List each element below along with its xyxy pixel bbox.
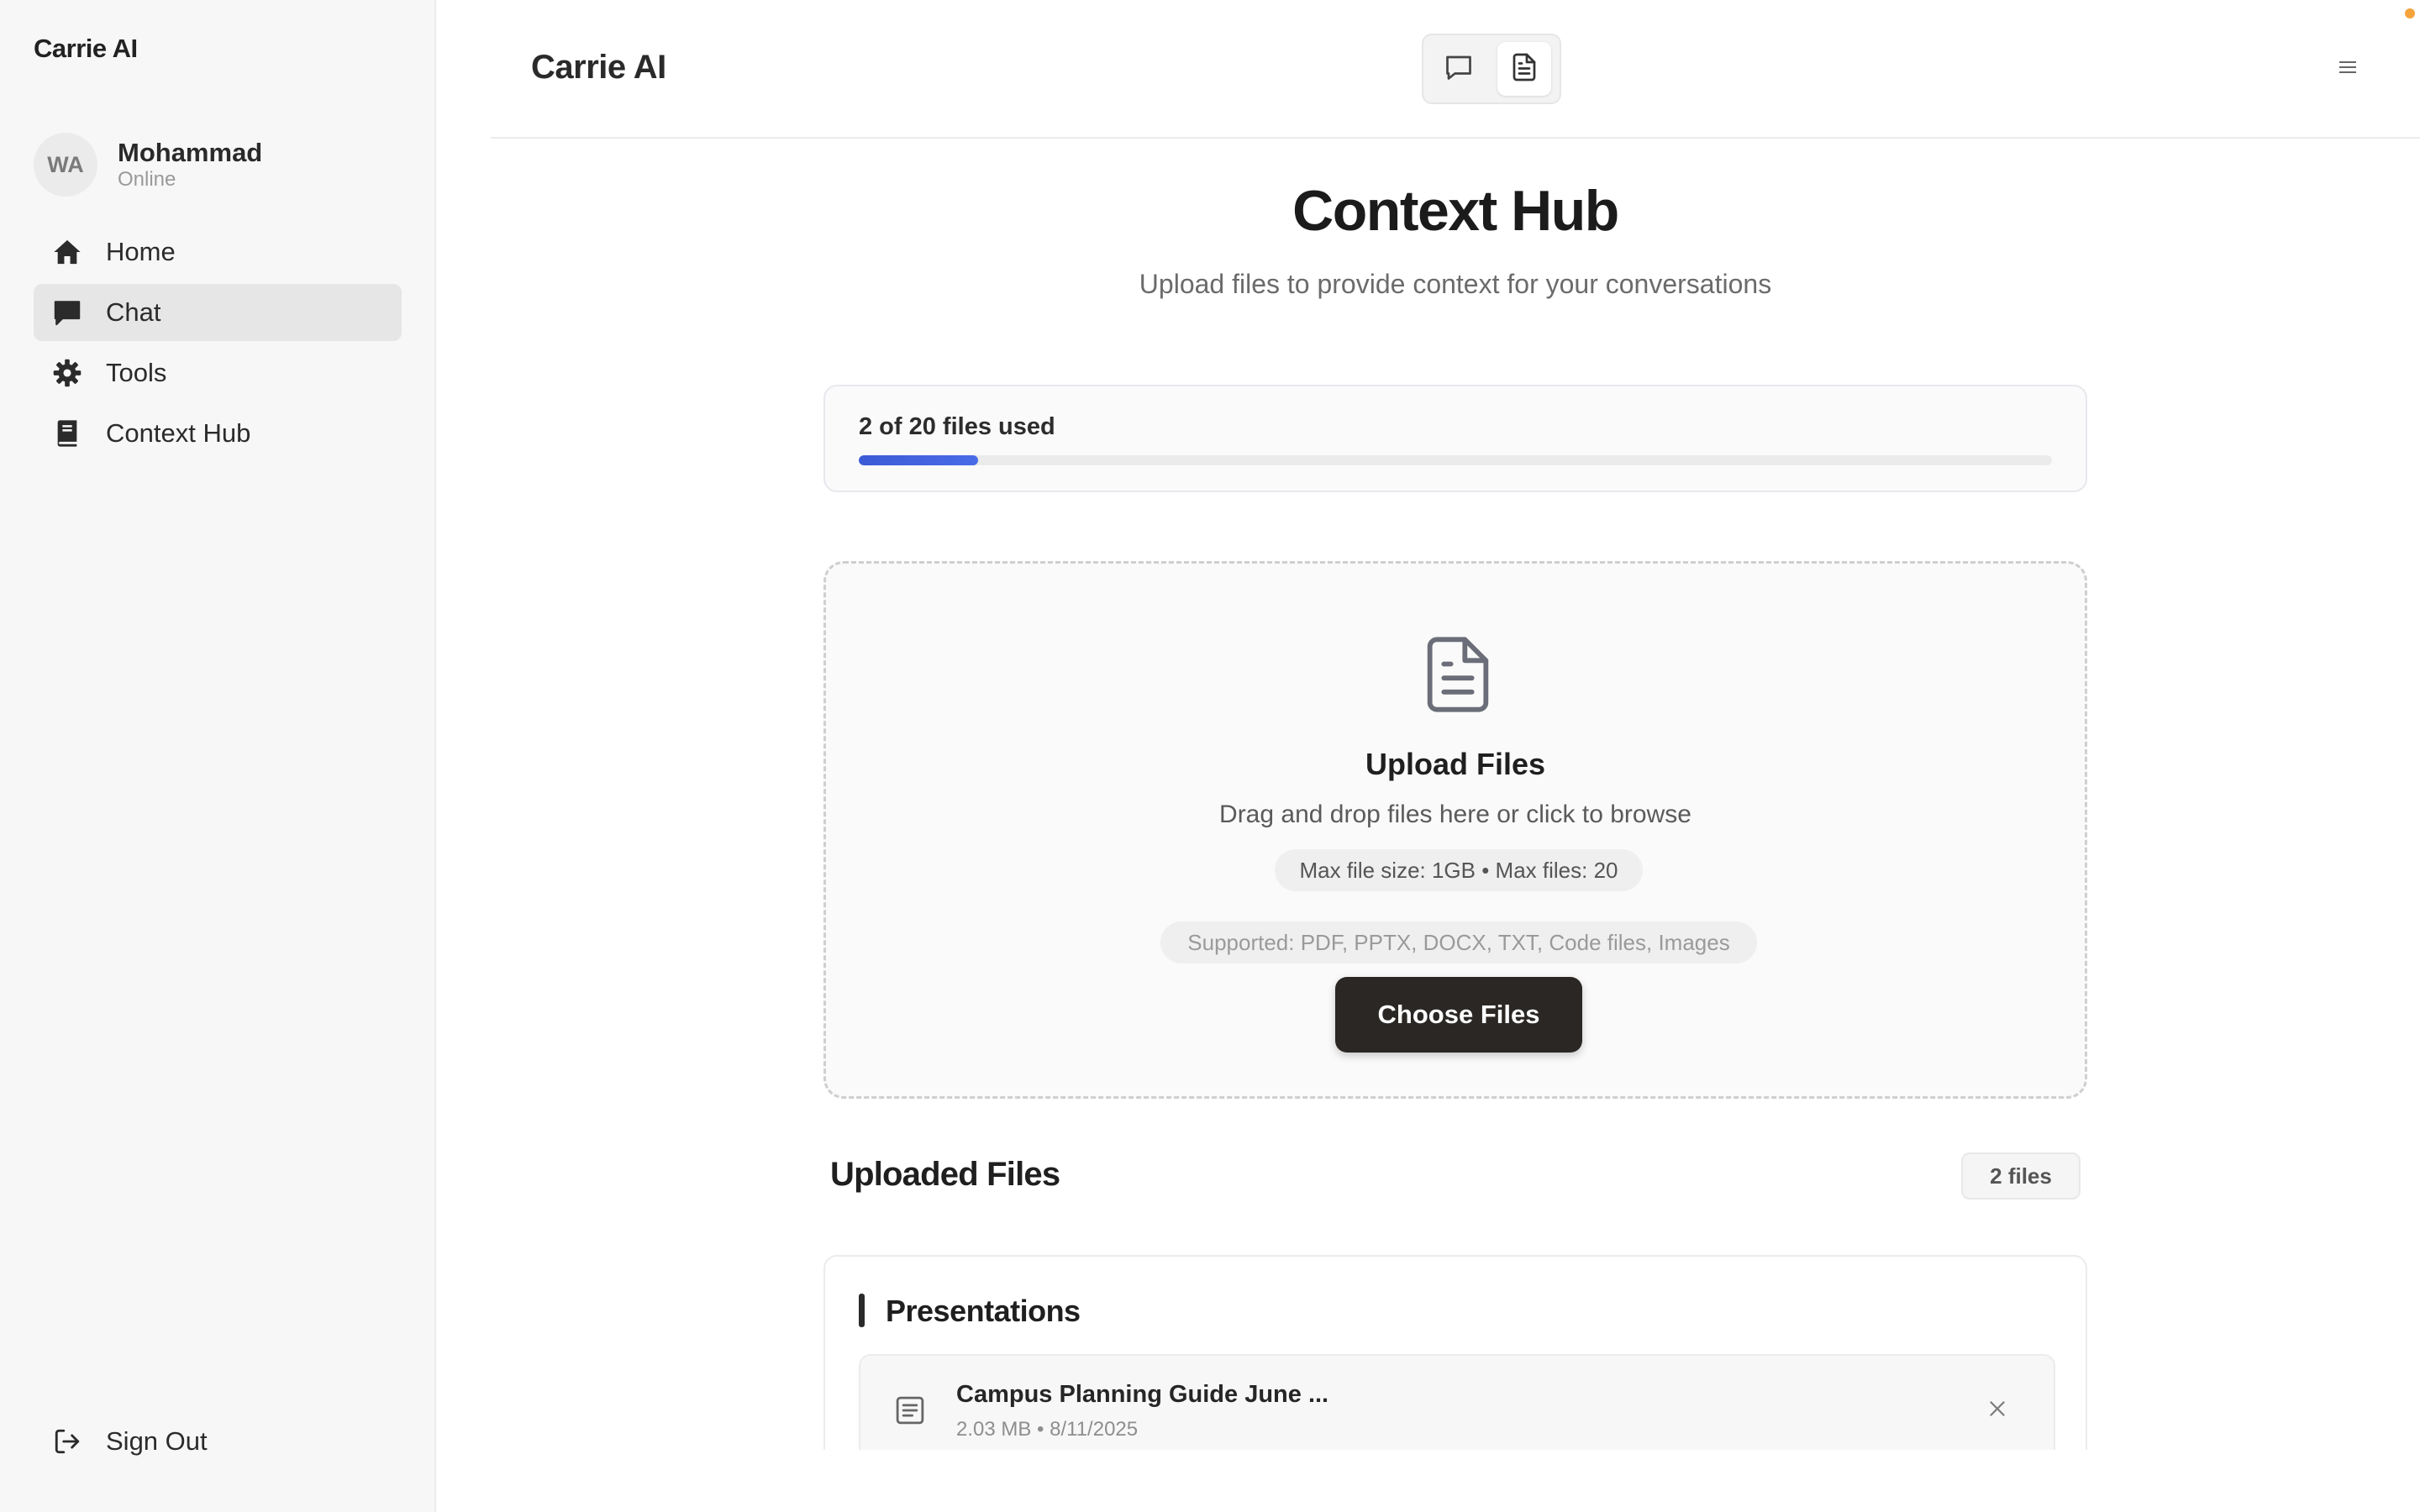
sign-out-icon [52,1426,82,1457]
file-limits-badge: Max file size: 1GB • Max files: 20 [1275,849,1643,891]
sidebar: Carrie AI WA Mohammad Online Home Chat T… [0,0,436,1512]
file-row[interactable]: Campus Planning Guide June ... 2.03 MB •… [859,1354,2055,1463]
upload-dropzone[interactable]: Upload Files Drag and drop files here or… [823,561,2087,1099]
book-icon [52,418,82,449]
document-icon [1416,633,1500,717]
sidebar-nav: Home Chat Tools Context Hub [34,223,402,465]
home-icon [52,237,82,267]
dropzone-title: Upload Files [1365,747,1546,781]
choose-files-button[interactable]: Choose Files [1335,977,1582,1053]
dropzone-subtitle: Drag and drop files here or click to bro… [1219,801,1691,828]
avatar: WA [34,133,97,197]
sidebar-item-context-hub[interactable]: Context Hub [34,405,402,462]
file-text-icon [892,1393,928,1428]
close-icon [1986,1398,2008,1424]
sidebar-item-home[interactable]: Home [34,223,402,281]
sign-out-button[interactable]: Sign Out [34,1413,208,1470]
viewport-bottom-edge [437,1450,2420,1512]
sidebar-item-label: Chat [106,297,161,327]
chat-view-icon [1444,52,1474,87]
chat-icon [52,297,82,328]
app-window: Carrie AI WA Mohammad Online Home Chat T… [0,0,2420,1512]
page-subtitle: Upload files to provide context for your… [1139,269,1772,299]
topbar-title: Carrie AI [531,49,666,86]
user-profile[interactable]: WA Mohammad Online [34,133,262,197]
usage-text: 2 of 20 files used [859,413,1055,440]
view-toggle [1422,34,1561,104]
sidebar-item-label: Tools [106,358,167,387]
usage-progress-bar [859,455,2052,465]
page-title: Context Hub [1292,179,1619,243]
remove-file-button[interactable] [1983,1396,2012,1425]
group-accent-bar [859,1294,865,1327]
file-name: Campus Planning Guide June ... [956,1381,1329,1408]
sign-out-label: Sign Out [106,1426,208,1456]
menu-button[interactable] [2331,52,2365,86]
document-view-icon [1509,52,1539,87]
group-title: Presentations [886,1294,1081,1328]
hamburger-icon [2338,59,2358,80]
sidebar-item-chat[interactable]: Chat [34,284,402,341]
gear-icon [52,358,82,388]
usage-progress-fill [859,455,978,465]
file-usage-card: 2 of 20 files used [823,385,2087,492]
notification-dot [2405,8,2415,18]
files-count-badge: 2 files [1961,1152,2081,1200]
supported-formats-badge: Supported: PDF, PPTX, DOCX, TXT, Code fi… [1160,921,1757,963]
user-name: Mohammad [118,138,263,167]
sidebar-item-label: Home [106,237,176,266]
user-status: Online [118,168,176,191]
main-area: Carrie AI Context Hub Upload files to pr… [437,0,2420,1512]
uploaded-files-title: Uploaded Files [830,1156,1060,1193]
sidebar-item-tools[interactable]: Tools [34,344,402,402]
file-meta: 2.03 MB • 8/11/2025 [956,1418,1139,1441]
sidebar-brand: Carrie AI [34,34,138,63]
sidebar-item-label: Context Hub [106,418,251,448]
document-view-button[interactable] [1497,42,1551,96]
user-info: Mohammad Online [118,138,262,192]
chat-view-button[interactable] [1432,42,1486,96]
top-bar: Carrie AI [491,0,2420,139]
